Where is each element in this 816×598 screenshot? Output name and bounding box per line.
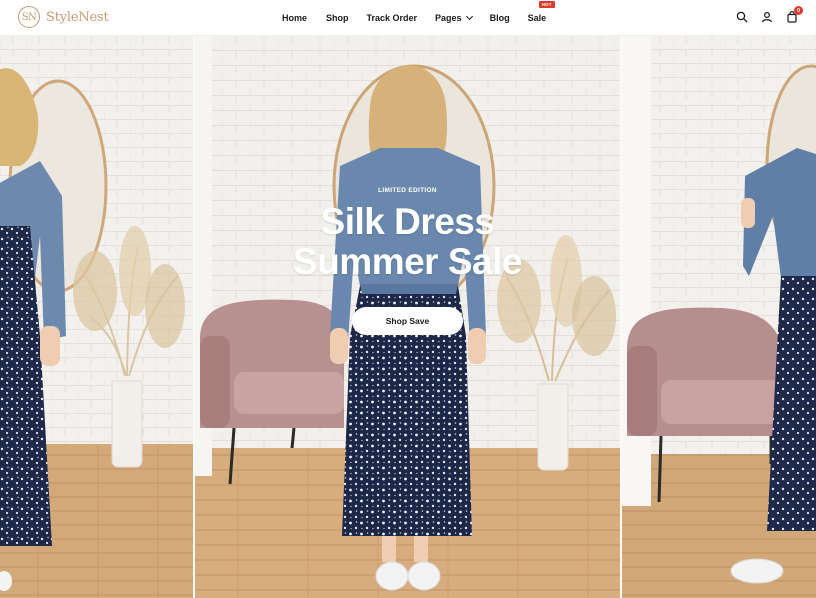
nav-item-sale[interactable]: Sale HOT [527,1,555,23]
site-header: SN StyleNest Home Shop Track Order Pages… [0,0,816,36]
hero-slider[interactable]: LIMITED EDITION Silk Dress Summer Sale S… [0,36,816,598]
logo[interactable]: SN StyleNest [18,6,109,28]
nav-item-shop[interactable]: Shop [326,13,349,23]
shop-save-button[interactable]: Shop Save [352,307,463,335]
nav-item-pages-label: Pages [435,13,462,23]
hot-badge: HOT [538,1,555,8]
user-icon[interactable] [761,10,773,23]
nav-item-track-order[interactable]: Track Order [367,13,418,23]
nav-item-pages[interactable]: Pages [435,12,473,23]
chevron-down-icon [465,12,473,21]
logo-mark: SN [18,6,40,28]
nav-item-sale-label: Sale [527,13,547,23]
logo-text: StyleNest [46,9,109,25]
nav-item-blog[interactable]: Blog [490,13,510,23]
hero-headline: Silk Dress Summer Sale [194,202,621,282]
search-icon[interactable] [736,10,748,23]
hero-headline-line-2: Summer Sale [293,241,522,282]
header-icons: 0 [736,6,803,23]
hero-eyebrow: LIMITED EDITION [378,187,437,194]
cart-count-badge: 0 [794,6,803,15]
hero-content: LIMITED EDITION Silk Dress Summer Sale S… [194,36,621,598]
cart-icon[interactable]: 0 [786,6,803,23]
main-nav: Home Shop Track Order Pages Blog Sale HO… [282,0,555,36]
hero-slide-prev[interactable] [0,36,194,598]
hero-slide-next[interactable] [621,36,816,598]
nav-item-home[interactable]: Home [282,13,307,23]
hero-headline-line-1: Silk Dress [320,201,495,242]
